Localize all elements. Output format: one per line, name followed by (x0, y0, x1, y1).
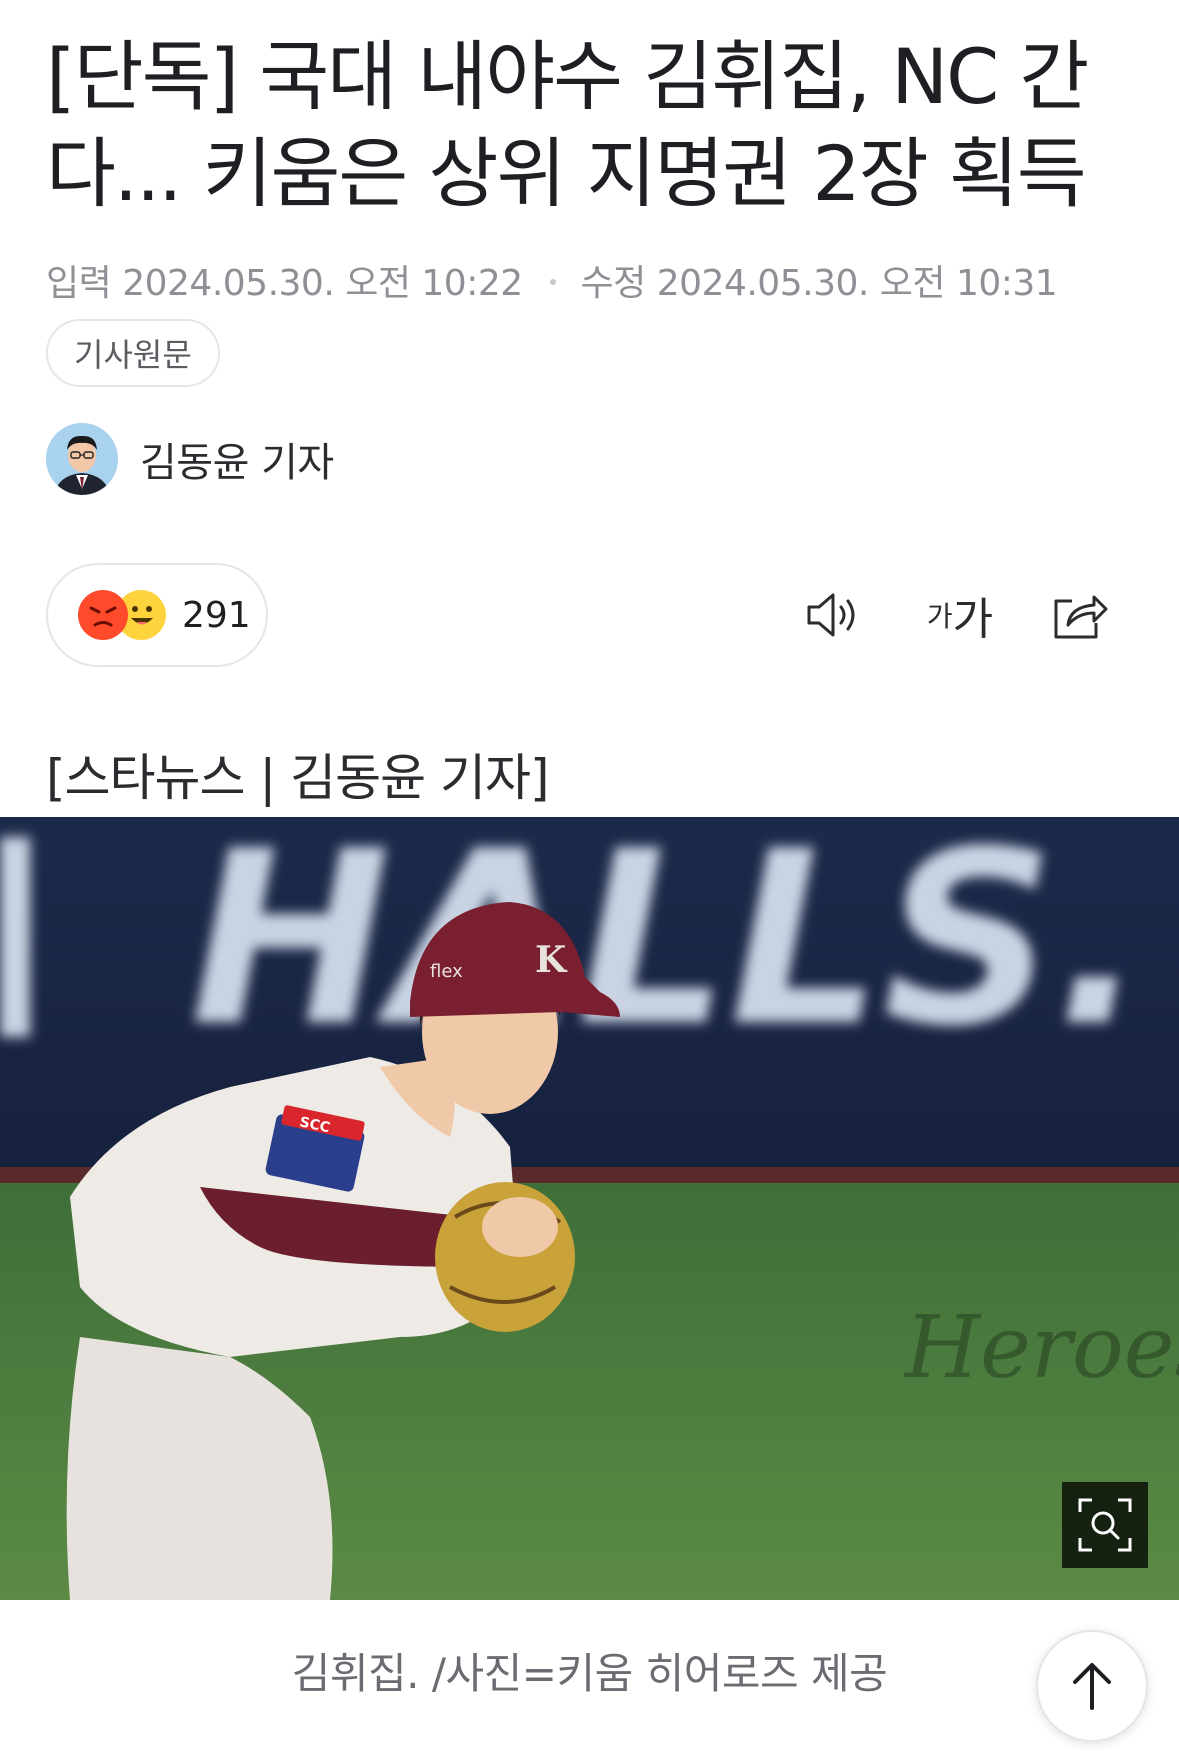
share-button[interactable] (1045, 580, 1115, 650)
font-size-button[interactable]: 가가 (920, 580, 1000, 650)
cap-logo: K (535, 939, 568, 981)
modified-label: 수정 (580, 263, 647, 304)
text-to-speech-button[interactable] (800, 580, 870, 650)
input-label: 입력 (46, 263, 112, 304)
avatar-portrait (46, 423, 118, 495)
photo-caption: 김휘집. /사진=키움 히어로즈 제공 (291, 1649, 888, 1698)
arrow-up-icon (1073, 1663, 1111, 1710)
article-headline: [단독] 국대 내야수 김휘집, NC 간다... 키움은 상위 지명권 2장 … (46, 32, 1089, 218)
zoom-icon (1078, 1498, 1132, 1552)
reaction-button[interactable]: 291 (46, 563, 268, 667)
author-avatar[interactable] (46, 423, 118, 495)
article-timestamps: 입력 2024.05.30. 오전 10:22 수정 2024.05.30. 오… (46, 254, 1058, 306)
banner-text: HALLS. (190, 817, 1146, 1079)
baseball-player-photo: HALLS. K flex SCC Heroes (0, 817, 1179, 1600)
reaction-count: 291 (182, 594, 251, 636)
meta-separator (549, 279, 556, 285)
input-time: 2024.05.30. 오전 10:22 (122, 263, 523, 304)
font-size-icon-large: 가 (952, 594, 994, 645)
author-name[interactable]: 김동윤 기자 (140, 430, 334, 488)
source-line: [스타뉴스 | 김동윤 기자] (46, 749, 550, 807)
article-photo[interactable]: HALLS. K flex SCC Heroes (0, 817, 1179, 1600)
photo-zoom-button[interactable] (1062, 1482, 1148, 1568)
photo-watermark: Heroes (903, 1298, 1179, 1398)
font-size-icon: 가 (926, 600, 953, 633)
original-article-button[interactable]: 기사원문 (46, 319, 220, 387)
modified-time: 2024.05.30. 오전 10:31 (656, 263, 1058, 304)
speaker-icon (807, 593, 855, 637)
angry-emoji-icon (78, 590, 128, 640)
cap-sponsor: flex (430, 961, 463, 982)
scroll-to-top-button[interactable] (1036, 1630, 1148, 1742)
share-icon (1054, 595, 1108, 639)
author-row[interactable]: 김동윤 기자 (46, 423, 334, 495)
